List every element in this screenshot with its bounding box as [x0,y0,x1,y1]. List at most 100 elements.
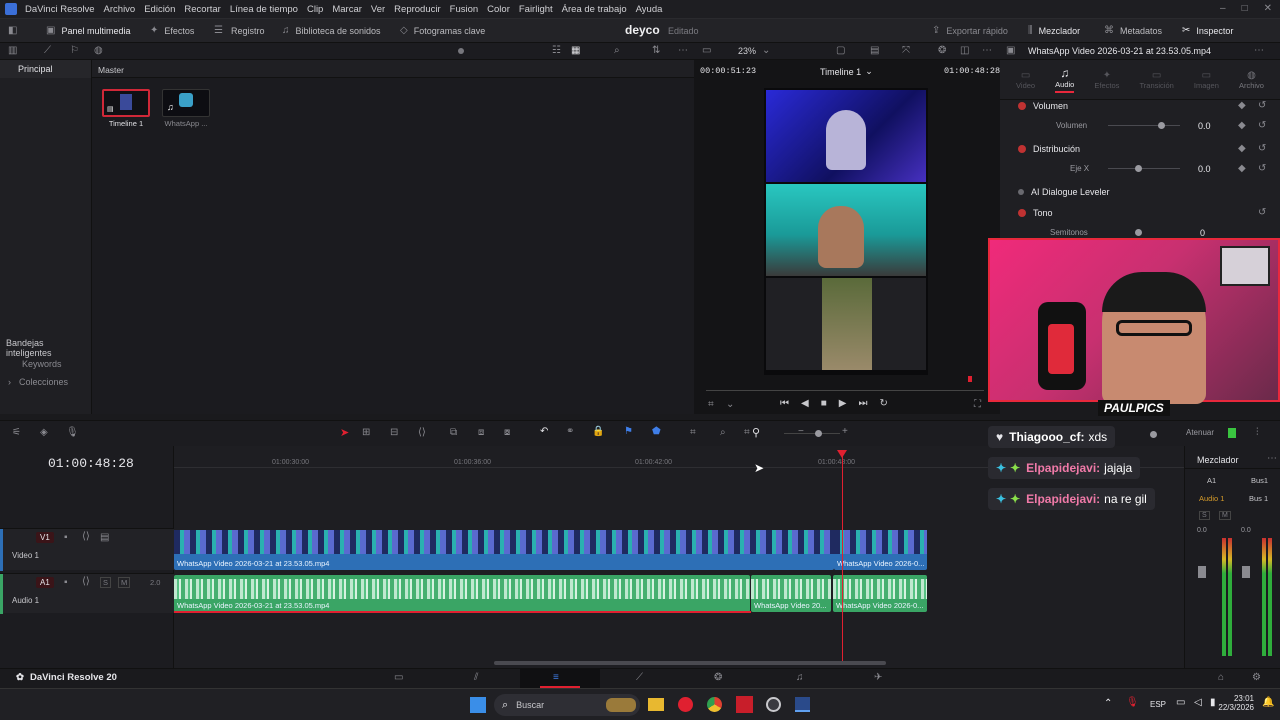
settings-icon[interactable]: ⚙ [1252,672,1261,683]
pitch-slider-knob[interactable] [1135,229,1142,236]
stop-icon[interactable]: ■ [821,398,827,409]
network-icon[interactable]: ▭ [1176,697,1185,708]
menu-item-edicion[interactable]: Edición [144,4,175,15]
pitch-value[interactable]: 0 [1200,228,1205,238]
slip-icon[interactable]: ⟨⟩ [418,427,426,438]
dim-button[interactable]: Atenuar [1186,428,1214,437]
menu-item-archivo[interactable]: Archivo [104,4,136,15]
zoom-detail-icon[interactable]: ⌕ [720,427,726,438]
video-clip[interactable]: WhatsApp Video 2026-0... [834,530,927,570]
keyframe-icon[interactable]: ◆ [1238,163,1246,174]
tab-video[interactable]: ▭ Video [1016,70,1035,90]
pan-value[interactable]: 0.0 [1198,164,1211,174]
skip-end-icon[interactable]: ⏭ [858,398,867,409]
youtube-icon[interactable] [678,697,693,712]
crop-icon[interactable]: ⌗ [708,399,714,410]
playhead-handle-icon[interactable] [837,450,847,458]
slider-knob[interactable] [458,48,464,54]
audio-clip[interactable]: WhatsApp Video 2026-03-21 at 23.53.05.mp… [174,575,750,612]
auto-select-icon[interactable]: ⟨⟩ [82,531,90,542]
home-icon[interactable]: ⌂ [1218,672,1224,683]
reset-icon[interactable]: ↺ [1258,143,1266,154]
page-media-icon[interactable]: ▭ [394,672,403,683]
zoom-out-icon[interactable]: − [798,426,804,437]
snap-icon[interactable]: ↶ [540,426,548,437]
track-id-a1[interactable]: A1 [36,577,54,588]
viewer-mode-icon[interactable]: ▭ [702,45,711,56]
trim-icon[interactable]: ⊞ [362,427,370,438]
chrome-icon[interactable] [707,697,722,712]
page-color-icon[interactable]: ❂ [714,672,722,683]
menu-item-reproducir[interactable]: Reproducir [394,4,440,15]
search-icon[interactable]: ⌕ [614,45,620,56]
volume-slider[interactable] [1108,125,1180,126]
blade-icon[interactable]: ⊟ [390,427,398,438]
filter-icon[interactable]: ⚐ [70,45,79,56]
enable-dot-icon[interactable] [1018,189,1024,195]
speaker-icon[interactable]: ◁ [1194,697,1202,708]
sort-icon[interactable]: ⇅ [652,45,660,56]
list-view-icon[interactable]: ☷ [552,45,561,56]
tab-file[interactable]: ◍ Archivo [1239,70,1264,90]
layout-icon[interactable]: ⚟ [12,427,21,438]
menu-item-linea[interactable]: Línea de tiempo [230,4,298,15]
clock[interactable]: 23:01 22/3/2026 [1218,694,1254,712]
panel-toggle-icon[interactable]: ◧ [8,25,17,36]
auto-select-icon[interactable]: ⟨⟩ [82,576,90,587]
pan-section[interactable]: Distribución [1018,144,1080,154]
zoom-in-icon[interactable]: + [842,426,848,437]
tray-chevron-icon[interactable]: ⌃ [1104,698,1112,709]
mixer-layout-icon[interactable]: ⫶ [1256,427,1259,438]
log-button[interactable]: ☰ Registro [214,25,264,36]
timeline-playhead[interactable] [842,452,843,662]
mixer-fader-2[interactable] [1242,566,1250,578]
page-cut-icon[interactable]: ⫽ [474,672,478,683]
reset-icon[interactable]: ↺ [1258,100,1266,111]
step-back-icon[interactable]: ◀ [801,398,809,409]
view-icon[interactable]: ◈ [40,427,48,438]
media-player-icon[interactable] [766,697,781,712]
volume-value[interactable]: 0.0 [1198,121,1211,131]
tool-icon[interactable]: ⟋ [44,45,51,56]
zoom-custom-icon[interactable]: ⌗ [744,427,750,438]
more-icon[interactable]: ⋯ [678,45,688,56]
menu-item-recortar[interactable]: Recortar [184,4,220,15]
viewer-timeline-select[interactable]: Timeline 1 ⌄ [820,66,873,77]
battery-icon[interactable]: ▮ [1210,697,1216,708]
keyframes-button[interactable]: ◇ Fotogramas clave [400,25,485,36]
minimize-icon[interactable]: – [1220,3,1226,14]
track-header-v1[interactable]: V1 ▪ ⟨⟩ ▤ Video 1 [0,528,174,571]
lock-icon[interactable]: ▪ [64,577,68,588]
video-thumbnail[interactable]: ♫ [162,89,210,117]
page-fairlight-icon[interactable]: ♫ [796,672,804,683]
maximize-icon[interactable]: □ [1242,3,1248,14]
timeline-thumbnail[interactable]: ▤ [102,89,150,117]
transform-icon[interactable]: ⤧ [902,45,910,56]
more-icon[interactable]: ⋯ [1267,453,1277,464]
media-pool-button[interactable]: ▣ Panel multimedia [46,25,131,36]
sidebar-icon[interactable]: ▥ [8,45,17,56]
scrubber-playhead[interactable] [968,376,972,382]
fullscreen-icon[interactable]: ⛶ [974,399,981,410]
marker-icon[interactable]: ⬟ [652,426,661,437]
mixer-fader-1[interactable] [1198,566,1206,578]
play-icon[interactable]: ▶ [839,398,847,409]
quick-export-button[interactable]: ⇪ Exportar rápido [932,25,1008,36]
keyframe-icon[interactable]: ◆ [1238,100,1246,111]
mixer-mute-button[interactable]: M [1219,511,1231,520]
windows-start-icon[interactable] [470,697,486,713]
menu-item-area[interactable]: Área de trabajo [562,4,627,15]
track-header-a1[interactable]: A1 ▪ ⟨⟩ S M 2.0 Audio 1 [0,573,174,614]
zoom-level[interactable]: 23% [738,46,756,56]
zoom-icon[interactable]: ⚲ [752,426,760,439]
ai-leveler-section[interactable]: AI Dialogue Leveler [1018,187,1110,197]
more-icon[interactable]: ⋯ [982,45,992,56]
volume-slider-knob[interactable] [1158,122,1165,129]
video-clip[interactable]: WhatsApp Video 2026-03-21 at 23.53.05.mp… [174,530,834,570]
menu-item-color[interactable]: Color [487,4,510,15]
pitch-section[interactable]: Tono [1018,208,1053,218]
grid-view-icon[interactable]: ▦ [571,45,580,56]
voicemod-icon[interactable] [736,696,753,713]
chevron-down-icon[interactable]: ⌄ [762,45,770,56]
tab-effects[interactable]: ✦ Efectos [1094,70,1119,90]
